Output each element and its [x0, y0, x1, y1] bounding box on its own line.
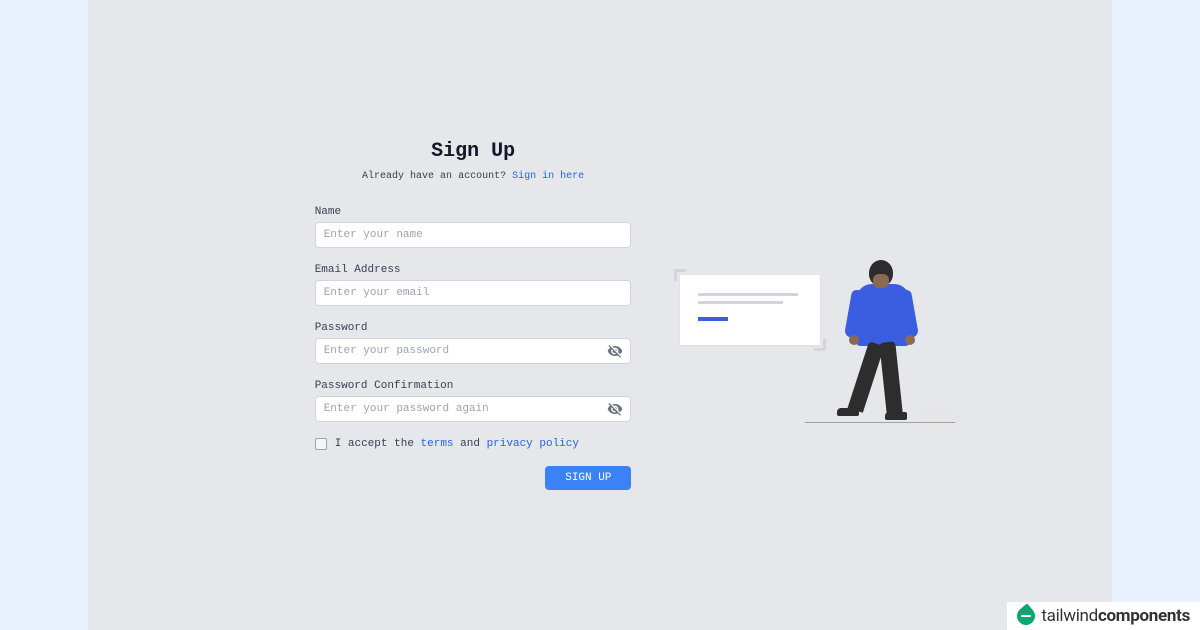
password-confirm-group: Password Confirmation: [315, 380, 632, 422]
signup-button[interactable]: SIGN UP: [545, 466, 631, 490]
password-confirm-label: Password Confirmation: [315, 380, 632, 392]
hand-shape: [905, 335, 915, 345]
leg-shape: [880, 341, 903, 414]
password-confirm-wrapper: [315, 396, 632, 422]
signup-illustration: [670, 255, 910, 475]
terms-middle: and: [454, 438, 487, 450]
signin-prompt-text: Already have an account?: [362, 171, 512, 182]
password-confirm-input[interactable]: [315, 396, 632, 422]
signup-form: Name Email Address Password Password Con…: [315, 206, 632, 490]
terms-prefix: I accept the: [335, 438, 421, 450]
name-group: Name: [315, 206, 632, 248]
terms-checkbox[interactable]: [315, 438, 327, 450]
terms-label: I accept the terms and privacy policy: [335, 438, 579, 450]
terms-checkbox-row: I accept the terms and privacy policy: [315, 438, 632, 450]
foot-shape: [837, 408, 859, 416]
eye-off-icon[interactable]: [607, 343, 623, 359]
signin-link[interactable]: Sign in here: [512, 171, 584, 182]
brand-text-light: tailwind: [1041, 606, 1098, 626]
eye-off-icon[interactable]: [607, 401, 623, 417]
email-group: Email Address: [315, 264, 632, 306]
card-shape: [680, 275, 820, 345]
email-label: Email Address: [315, 264, 632, 276]
body-shape: [855, 284, 911, 346]
form-column: Sign Up Already have an account? Sign in…: [283, 140, 664, 630]
email-input[interactable]: [315, 280, 632, 306]
password-wrapper: [315, 338, 632, 364]
illustration-column: [663, 140, 917, 630]
privacy-link[interactable]: privacy policy: [487, 438, 579, 450]
card-corner-icon: [814, 339, 826, 351]
leaf-icon: [1014, 603, 1039, 628]
password-input[interactable]: [315, 338, 632, 364]
ground-line: [805, 422, 955, 423]
brand-badge[interactable]: tailwindcomponents: [1007, 602, 1200, 630]
terms-link[interactable]: terms: [421, 438, 454, 450]
signin-prompt: Already have an account? Sign in here: [362, 171, 584, 182]
card-line: [698, 301, 783, 304]
main-content: Sign Up Already have an account? Sign in…: [259, 140, 942, 630]
page-title: Sign Up: [431, 140, 515, 163]
brand-text-bold: components: [1098, 606, 1190, 626]
password-label: Password: [315, 322, 632, 334]
foot-shape: [885, 412, 907, 420]
face-shape: [873, 274, 889, 288]
ground-shadow: [913, 408, 961, 428]
card-line: [698, 293, 798, 296]
submit-row: SIGN UP: [315, 466, 632, 490]
name-label: Name: [315, 206, 632, 218]
page-container: Sign Up Already have an account? Sign in…: [88, 0, 1112, 630]
password-group: Password: [315, 322, 632, 364]
card-accent: [698, 317, 728, 321]
name-input[interactable]: [315, 222, 632, 248]
